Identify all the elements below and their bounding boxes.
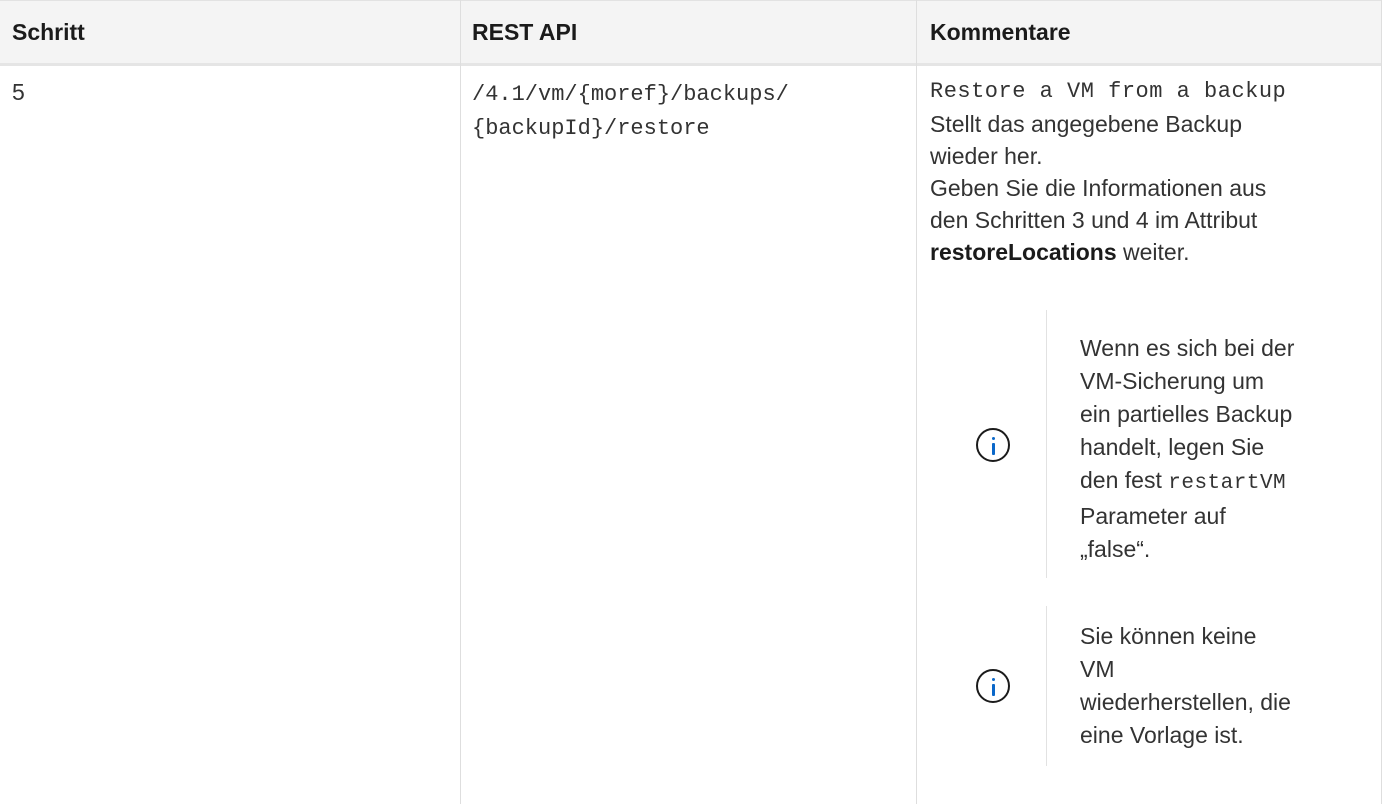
note-text: Wenn es sich bei der VM-Sicherung um ein… bbox=[1080, 332, 1365, 566]
header-comments: Kommentare bbox=[930, 19, 1071, 45]
api-steps-table: Schritt REST API Kommentare 5 /4.1/vm/{m… bbox=[0, 0, 1382, 804]
comment-line: Geben Sie die Informationen aus bbox=[930, 175, 1267, 201]
parameter-code: restartVM bbox=[1168, 472, 1287, 495]
comment-line: den Schritten 3 und 4 im Attribut bbox=[930, 207, 1258, 233]
note-divider bbox=[1046, 310, 1047, 578]
api-endpoint-line: {backupId}/restore bbox=[472, 116, 710, 141]
column-divider bbox=[460, 0, 461, 804]
note-line: VM bbox=[1080, 656, 1115, 682]
attribute-name: restoreLocations bbox=[930, 239, 1117, 265]
note-line: „false“. bbox=[1080, 536, 1151, 562]
info-icon bbox=[976, 428, 1010, 462]
note-line: eine Vorlage ist. bbox=[1080, 722, 1244, 748]
note-divider bbox=[1046, 606, 1047, 766]
api-endpoint: /4.1/vm/{moref}/backups/ {backupId}/rest… bbox=[472, 78, 789, 146]
comment-line: Stellt das angegebene Backup bbox=[930, 111, 1243, 137]
note-line: Parameter auf bbox=[1080, 503, 1226, 529]
comment-text: Restore a VM from a backup Stellt das an… bbox=[930, 76, 1370, 268]
note-line: handelt, legen Sie bbox=[1080, 434, 1265, 460]
note-line-prefix: den fest bbox=[1080, 467, 1169, 493]
header-rest-api: REST API bbox=[472, 19, 578, 45]
comment-line-tail: weiter. bbox=[1116, 239, 1190, 265]
note-line: Sie können keine bbox=[1080, 623, 1257, 649]
note-line: VM-Sicherung um bbox=[1080, 368, 1265, 394]
note-line: Wenn es sich bei der bbox=[1080, 335, 1295, 361]
info-icon bbox=[976, 669, 1010, 703]
note-template-vm: Sie können keine VM wiederherstellen, di… bbox=[930, 606, 1370, 766]
note-text: Sie können keine VM wiederherstellen, di… bbox=[1080, 620, 1365, 752]
note-partial-backup: Wenn es sich bei der VM-Sicherung um ein… bbox=[930, 310, 1370, 578]
api-endpoint-line: /4.1/vm/{moref}/backups/ bbox=[472, 82, 789, 107]
column-divider bbox=[916, 0, 917, 804]
note-line: den fest restartVM bbox=[1080, 464, 1365, 500]
comment-summary: Restore a VM from a backup bbox=[930, 79, 1287, 104]
comment-line: wieder her. bbox=[930, 143, 1043, 169]
table-header-row: Schritt REST API Kommentare bbox=[0, 0, 1382, 66]
step-number: 5 bbox=[12, 79, 25, 105]
header-step: Schritt bbox=[12, 19, 85, 45]
note-line: ein partielles Backup bbox=[1080, 401, 1293, 427]
note-line: wiederherstellen, die bbox=[1080, 689, 1291, 715]
comment-line: restoreLocations weiter. bbox=[930, 236, 1370, 268]
